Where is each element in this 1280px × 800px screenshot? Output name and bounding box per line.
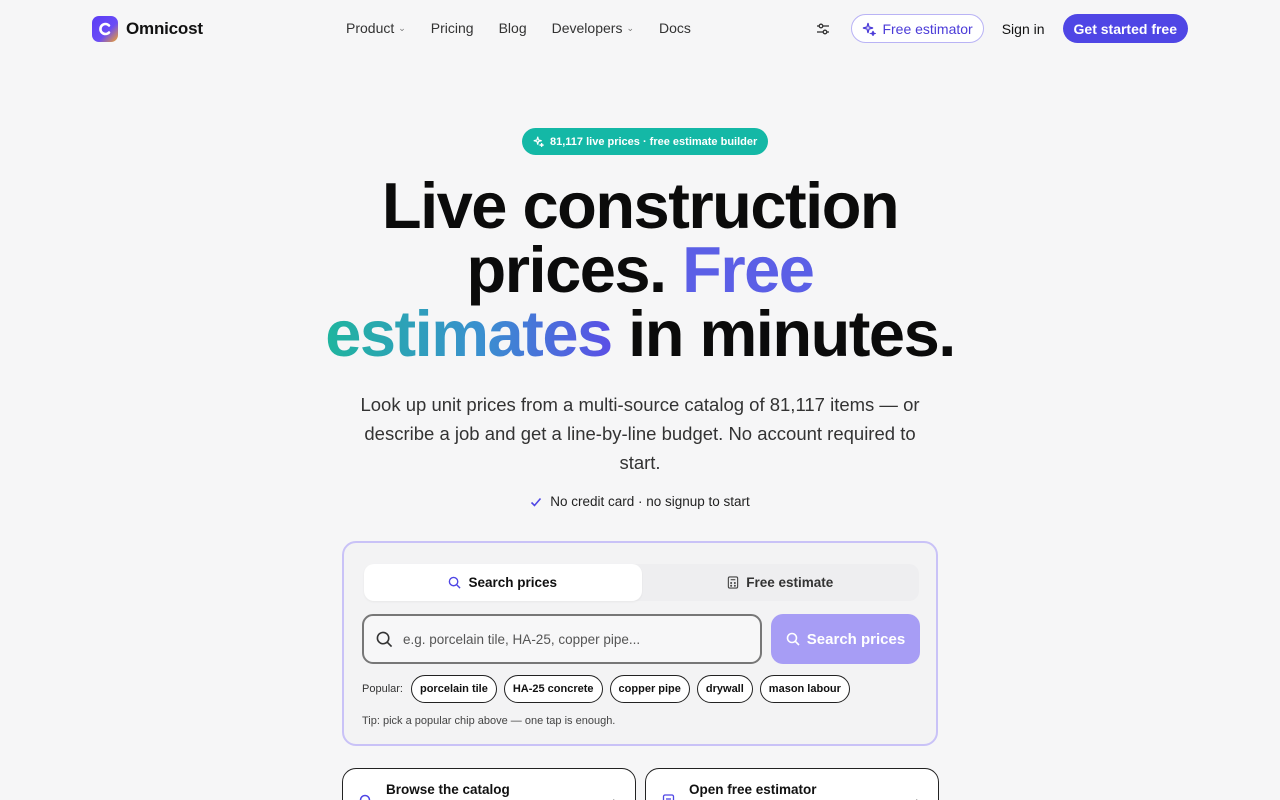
search-card: Search prices Free estimate Search price… [342, 541, 938, 746]
tip-text: Tip: pick a popular chip above — one tap… [362, 715, 616, 727]
tab-label: Search prices [468, 575, 558, 590]
open-estimator-card[interactable]: Open free estimator › [645, 768, 939, 800]
brand-name: Omnicost [126, 19, 203, 38]
chip-mason-labour[interactable]: mason labour [759, 675, 850, 703]
nav-link-label: Docs [659, 20, 691, 36]
nav-link-docs[interactable]: Docs [659, 20, 691, 36]
hero-subtitle: Look up unit prices from a multi-source … [360, 394, 920, 473]
headline-line3b: in minutes. [611, 297, 956, 370]
chip-copper-pipe[interactable]: copper pipe [609, 675, 690, 703]
chip-ha25-concrete[interactable]: HA-25 concrete [503, 675, 603, 703]
sparkle-icon [863, 22, 877, 36]
check-icon [531, 497, 542, 507]
search-input[interactable] [403, 631, 733, 647]
search-icon [449, 576, 462, 589]
hero-note-text: No credit card · no signup to start [550, 494, 750, 509]
headline-line2a: prices. [466, 233, 683, 306]
omnicost-logo-icon [92, 16, 118, 42]
get-started-button[interactable]: Get started free [1062, 14, 1188, 43]
top-nav: Omnicost Product ⌄ Pricing Blog Develope… [0, 0, 1280, 56]
brand[interactable]: Omnicost [92, 16, 203, 42]
tab-search-prices[interactable]: Search prices [364, 564, 642, 601]
popular-chips: Popular: porcelain tile HA-25 concrete c… [362, 675, 850, 703]
nav-links: Product ⌄ Pricing Blog Developers ⌄ Docs [346, 20, 691, 36]
arrow-right-icon: › [612, 793, 617, 800]
free-estimator-button[interactable]: Free estimator [851, 14, 984, 43]
hero-headline: Live construction prices. Free estimates… [0, 173, 1280, 366]
chip-porcelain-tile[interactable]: porcelain tile [410, 675, 497, 703]
free-estimator-label: Free estimator [882, 20, 973, 37]
nav-actions: Free estimator Sign in Get started free [811, 14, 1188, 43]
search-button-label: Search prices [806, 630, 906, 648]
nav-link-pricing[interactable]: Pricing [431, 20, 474, 36]
document-icon [662, 794, 675, 800]
sparkle-icon [533, 136, 544, 147]
search-icon [786, 632, 800, 646]
card-title: Open free estimator [689, 782, 817, 797]
popular-label: Popular: [362, 683, 403, 695]
tab-label: Free estimate [746, 575, 834, 590]
chevron-down-icon: ⌄ [398, 23, 406, 33]
card-title: Browse the catalog [386, 782, 510, 797]
search-icon [376, 631, 393, 647]
browse-catalog-card[interactable]: Browse the catalog › [342, 768, 636, 800]
calculator-icon [728, 576, 739, 589]
hero-pill-badge: 81,117 live prices · free estimate build… [522, 128, 769, 155]
nav-link-developers[interactable]: Developers ⌄ [552, 20, 634, 36]
hero-note: No credit card · no signup to start [0, 494, 1280, 509]
hero-pill-text: 81,117 live prices · free estimate build… [550, 135, 758, 148]
search-icon [359, 794, 371, 800]
nav-link-blog[interactable]: Blog [499, 20, 527, 36]
sign-in-link[interactable]: Sign in [998, 21, 1049, 37]
headline-line3a: estimates [325, 297, 613, 370]
nav-link-label: Blog [498, 20, 527, 36]
nav-link-label: Product [346, 20, 395, 36]
search-field[interactable] [362, 614, 762, 664]
headline-line2b: Free [682, 233, 815, 306]
sliders-icon[interactable] [811, 17, 835, 41]
search-prices-button[interactable]: Search prices [771, 614, 920, 664]
nav-link-label: Pricing [430, 20, 474, 36]
nav-link-label: Developers [551, 20, 623, 36]
tab-free-estimate[interactable]: Free estimate [642, 564, 920, 601]
chip-drywall[interactable]: drywall [696, 675, 753, 703]
headline-line1: Live construction [381, 169, 900, 242]
chevron-down-icon: ⌄ [626, 23, 634, 33]
arrow-right-icon: › [915, 793, 920, 800]
mode-tabs: Search prices Free estimate [364, 564, 919, 601]
nav-link-product[interactable]: Product ⌄ [346, 20, 406, 36]
